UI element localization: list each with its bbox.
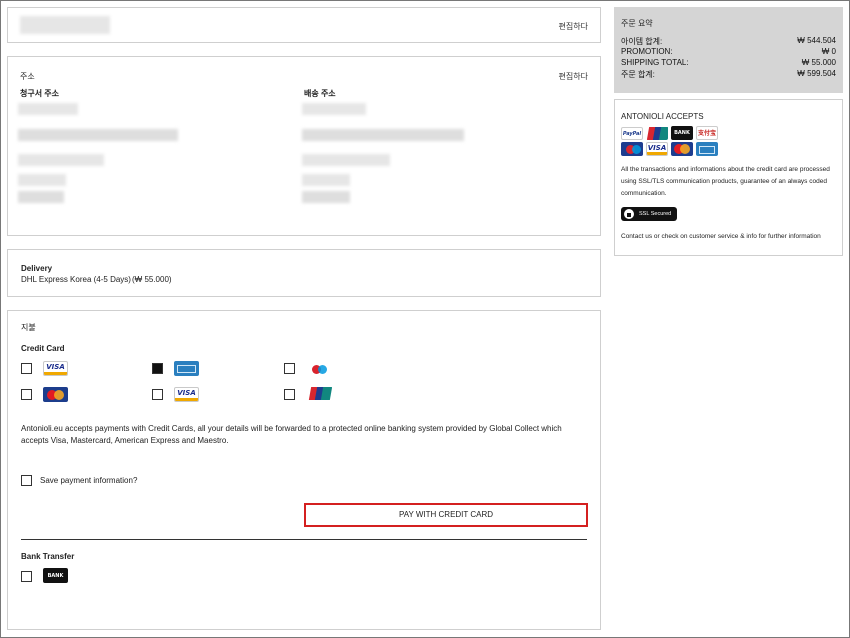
card-option-checkbox[interactable] <box>21 363 32 374</box>
account-panel: 편집하다 <box>7 7 601 43</box>
maestro-icon <box>621 142 643 156</box>
delivery-price: (₩ 55.000) <box>132 275 172 284</box>
unionpay-stripe <box>658 127 668 140</box>
mastercard-circle <box>680 144 690 154</box>
amex-icon <box>696 142 718 156</box>
card-option-checkbox[interactable] <box>152 363 163 374</box>
ssl-badge: SSL Secured <box>621 207 677 221</box>
unionpay-icon <box>307 386 332 401</box>
summary-label: SHIPPING TOTAL: <box>621 58 689 67</box>
payment-panel <box>7 310 601 630</box>
redacted-name <box>20 16 110 34</box>
delivery-panel: Delivery DHL Express Korea (4-5 Days) (₩… <box>7 249 601 297</box>
order-summary-heading: 주문 요약 <box>621 19 653 28</box>
section-divider <box>21 539 587 540</box>
address-heading: 주소 <box>20 72 35 81</box>
edit-account-link[interactable]: 편집하다 <box>559 21 588 32</box>
order-summary: 주문 요약 아이템 합계: ₩ 544.504 PROMOTION: ₩ 0 S… <box>614 7 843 93</box>
accepts-heading: ANTONIOLI ACCEPTS <box>621 112 704 121</box>
maestro-icon <box>307 361 332 376</box>
unionpay-stripe <box>320 387 332 400</box>
billing-address-label: 청구서 주소 <box>20 89 60 98</box>
pay-with-credit-card-button[interactable]: PAY WITH CREDIT CARD <box>304 503 588 527</box>
address-panel: 주소 편집하다 청구서 주소 배송 주소 <box>7 56 601 236</box>
bank-icon: BANK <box>671 126 693 140</box>
card-option-checkbox[interactable] <box>21 389 32 400</box>
bank-icon: BANK <box>43 568 68 583</box>
visa-icon: VISA <box>43 361 68 376</box>
ssl-info-text: All the transactions and informations ab… <box>621 166 830 197</box>
summary-row-promotion: PROMOTION: ₩ 0 <box>621 47 836 56</box>
contact-info-text: Contact us or check on customer service … <box>621 233 821 240</box>
mastercard-circle <box>54 390 64 400</box>
summary-row-total: 주문 합계: ₩ 599.504 <box>621 69 836 80</box>
redacted-shipping-line <box>302 129 464 141</box>
payment-heading: 지불 <box>21 323 36 332</box>
bank-transfer-label: Bank Transfer <box>21 552 75 561</box>
maestro-circle <box>632 145 641 154</box>
card-option-checkbox[interactable] <box>152 389 163 400</box>
summary-value: ₩ 544.504 <box>797 36 836 45</box>
redacted-billing-line <box>18 191 64 203</box>
credit-card-label: Credit Card <box>21 344 65 353</box>
delivery-heading: Delivery <box>21 264 53 273</box>
credit-card-info-text: Antonioli.eu accepts payments with Credi… <box>21 424 562 445</box>
summary-value: ₩ 55.000 <box>801 58 836 67</box>
redacted-shipping-line <box>302 191 350 203</box>
card-option-checkbox[interactable] <box>284 363 295 374</box>
summary-row-items: 아이템 합계: ₩ 544.504 <box>621 36 836 47</box>
maestro-circle <box>318 365 327 374</box>
save-payment-checkbox[interactable] <box>21 475 32 486</box>
summary-label: PROMOTION: <box>621 47 673 56</box>
redacted-billing-line <box>18 174 66 186</box>
summary-value: ₩ 0 <box>821 47 836 56</box>
paypal-icon: PayPal <box>621 127 643 140</box>
lock-icon <box>624 209 634 219</box>
shipping-address-label: 배송 주소 <box>304 89 336 98</box>
edit-address-link[interactable]: 편집하다 <box>559 71 588 82</box>
mastercard-icon <box>43 387 68 402</box>
save-payment-label: Save payment information? <box>40 476 138 485</box>
accepted-payments-panel: ANTONIOLI ACCEPTS PayPal BANK 支付宝 VISA A… <box>614 99 843 256</box>
redacted-shipping-line <box>302 174 350 186</box>
amex-icon <box>174 361 199 376</box>
card-option-checkbox[interactable] <box>284 389 295 400</box>
bank-transfer-checkbox[interactable] <box>21 571 32 582</box>
redacted-shipping-line <box>302 103 366 115</box>
visa-icon: VISA <box>174 387 199 402</box>
redacted-billing-line <box>18 154 104 166</box>
unionpay-icon <box>646 126 668 140</box>
ssl-badge-label: SSL Secured <box>639 211 672 217</box>
mastercard-icon <box>671 142 693 156</box>
summary-label: 주문 합계: <box>621 70 655 79</box>
redacted-billing-line <box>18 103 78 115</box>
redacted-billing-line <box>18 129 178 141</box>
summary-row-shipping: SHIPPING TOTAL: ₩ 55.000 <box>621 58 836 67</box>
visa-icon: VISA <box>646 142 668 156</box>
summary-value: ₩ 599.504 <box>797 69 836 78</box>
delivery-method: DHL Express Korea (4-5 Days) <box>21 275 131 284</box>
alipay-icon: 支付宝 <box>696 126 718 140</box>
redacted-shipping-line <box>302 154 390 166</box>
summary-label: 아이템 합계: <box>621 37 663 46</box>
